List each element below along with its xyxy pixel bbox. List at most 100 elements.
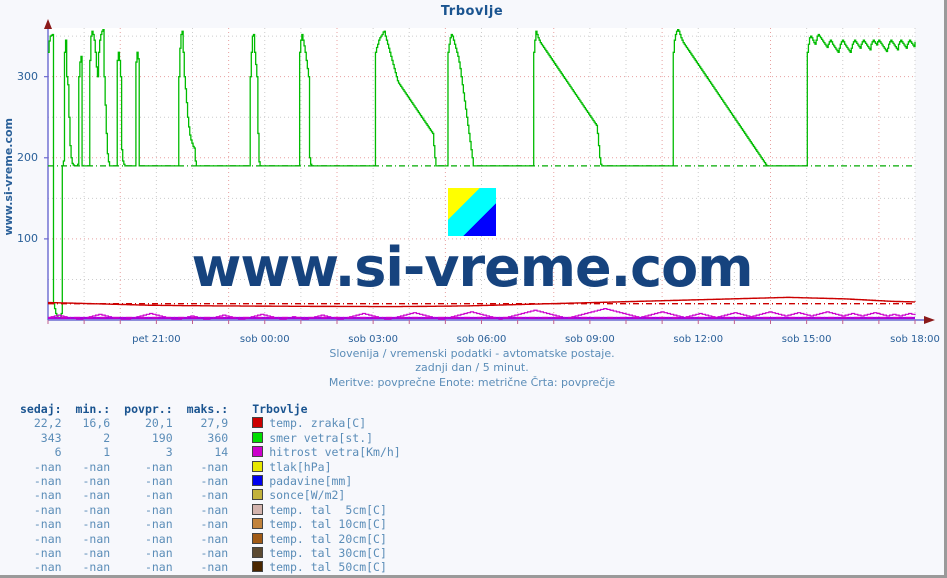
legend-entry: tlak[hPa] <box>242 460 401 474</box>
x-axis-tick-0: pet 21:00 <box>132 334 181 345</box>
x-axis-tick-7: sob 18:00 <box>890 334 940 345</box>
chart-plot-area: 100 200 300 <box>0 18 944 328</box>
stats-cell-povpr: 3 <box>165 445 173 460</box>
table-row: -nan -nan -nan -nan temp. tal 30cm[C] <box>20 546 401 560</box>
legend-label: sonce[W/m2] <box>269 488 346 503</box>
stats-cell-sedaj: -nan <box>33 488 62 503</box>
stats-cell-min: -nan <box>82 531 111 546</box>
stats-cell-povpr: 190 <box>151 430 173 445</box>
stats-cell-maks: -nan <box>200 502 229 517</box>
stats-cell-min: 2 <box>103 430 111 445</box>
chart-svg <box>44 19 935 324</box>
legend-entry: temp. tal 5cm[C] <box>242 503 401 517</box>
legend-color-swatch <box>252 460 264 472</box>
legend-color-swatch <box>252 547 264 559</box>
stats-cell-maks: 27,9 <box>200 416 229 431</box>
stats-cell-sedaj: 343 <box>40 430 62 445</box>
stats-cell-povpr: -nan <box>144 560 173 575</box>
y-axis-tick-200: 200 <box>17 150 38 164</box>
stats-header-row: sedaj: min.: povpr.: maks.: Trbovlje <box>20 402 401 416</box>
legend-label: hitrost vetra[Km/h] <box>269 445 401 460</box>
legend-entry: temp. tal 50cm[C] <box>242 560 401 574</box>
legend-color-swatch <box>252 475 264 487</box>
legend-label: tlak[hPa] <box>269 459 332 474</box>
x-axis-tick-4: sob 09:00 <box>565 334 615 345</box>
stats-header-station: Trbovlje <box>252 402 308 416</box>
legend-label: temp. tal 30cm[C] <box>269 546 387 561</box>
caption-line-3: Meritve: povprečne Enote: metrične Črta:… <box>328 376 616 389</box>
legend-color-swatch <box>252 489 264 501</box>
legend-label: temp. tal 50cm[C] <box>269 560 387 575</box>
legend-label: temp. tal 10cm[C] <box>269 517 387 532</box>
stats-cell-sedaj: -nan <box>33 459 62 474</box>
legend-label: temp. tal 5cm[C] <box>269 502 387 517</box>
legend-entry: temp. tal 20cm[C] <box>242 532 401 546</box>
stats-cell-sedaj: -nan <box>33 474 62 489</box>
legend-label: temp. tal 20cm[C] <box>269 531 387 546</box>
stats-cell-maks: -nan <box>200 459 229 474</box>
page-title: Trbovlje <box>440 4 504 19</box>
table-row: 22,2 16,6 20,1 27,9 temp. zraka[C] <box>20 416 401 430</box>
legend-label: temp. zraka[C] <box>269 416 367 431</box>
legend-entry: temp. tal 30cm[C] <box>242 546 401 560</box>
legend-entry: smer vetra[st.] <box>242 431 401 445</box>
legend-color-swatch <box>252 431 264 443</box>
x-axis-tick-5: sob 12:00 <box>673 334 724 345</box>
stats-cell-min: 16,6 <box>82 416 111 431</box>
legend-color-swatch <box>252 518 264 530</box>
stats-cell-min: 1 <box>103 445 111 460</box>
stats-cell-maks: -nan <box>200 474 229 489</box>
stats-header-sedaj: sedaj: <box>20 402 62 416</box>
stats-cell-min: -nan <box>82 502 111 517</box>
stats-cell-maks: -nan <box>200 488 229 503</box>
stats-cell-maks: -nan <box>200 531 229 546</box>
stats-cell-sedaj: -nan <box>33 502 62 517</box>
stats-cell-sedaj: 22,2 <box>33 416 62 431</box>
stats-cell-sedaj: -nan <box>33 546 62 561</box>
legend-entry: temp. tal 10cm[C] <box>242 517 401 531</box>
legend-label: padavine[mm] <box>269 474 353 489</box>
stats-cell-povpr: -nan <box>144 474 173 489</box>
stats-cell-min: -nan <box>82 488 111 503</box>
legend-color-swatch <box>252 503 264 515</box>
table-row: -nan -nan -nan -nan temp. tal 10cm[C] <box>20 517 401 531</box>
caption-line-1: Slovenija / vremenski podatki - avtomats… <box>329 347 615 360</box>
stats-cell-maks: 360 <box>207 430 229 445</box>
stats-table-element: sedaj: min.: povpr.: maks.: Trbovlje 22,… <box>20 402 401 575</box>
legend-color-swatch <box>252 561 264 573</box>
table-row: -nan -nan -nan -nan temp. tal 20cm[C] <box>20 532 401 546</box>
y-axis-tick-300: 300 <box>17 69 38 83</box>
stats-cell-povpr: -nan <box>144 502 173 517</box>
stats-cell-povpr: 20,1 <box>144 416 173 431</box>
stats-cell-min: -nan <box>82 546 111 561</box>
table-row: -nan -nan -nan -nan tlak[hPa] <box>20 460 401 474</box>
table-row: -nan -nan -nan -nan padavine[mm] <box>20 474 401 488</box>
legend-color-swatch <box>252 417 264 429</box>
stats-cell-maks: 14 <box>214 445 229 460</box>
stats-cell-maks: -nan <box>200 517 229 532</box>
stats-table: sedaj: min.: povpr.: maks.: Trbovlje 22,… <box>20 402 401 575</box>
stats-cell-povpr: -nan <box>144 546 173 561</box>
stats-cell-maks: -nan <box>200 560 229 575</box>
x-axis-tick-3: sob 06:00 <box>456 334 507 345</box>
legend-entry: hitrost vetra[Km/h] <box>242 445 401 459</box>
stats-cell-sedaj: -nan <box>33 531 62 546</box>
table-row: -nan -nan -nan -nan temp. tal 5cm[C] <box>20 503 401 517</box>
stats-cell-min: -nan <box>82 474 111 489</box>
stats-cell-sedaj: 6 <box>54 445 62 460</box>
stats-cell-povpr: -nan <box>144 488 173 503</box>
y-axis-tick-100: 100 <box>17 231 38 245</box>
stats-header-maks: maks.: <box>186 402 229 416</box>
stats-cell-sedaj: -nan <box>33 560 62 575</box>
x-axis-tick-1: sob 00:00 <box>239 334 290 345</box>
legend-entry: padavine[mm] <box>242 474 401 488</box>
caption-line-2: zadnji dan / 5 minut. <box>415 361 529 374</box>
stats-cell-min: -nan <box>82 517 111 532</box>
table-row: -nan -nan -nan -nan sonce[W/m2] <box>20 488 401 502</box>
stats-cell-povpr: -nan <box>144 517 173 532</box>
stats-cell-sedaj: -nan <box>33 517 62 532</box>
x-axis-tick-6: sob 15:00 <box>781 334 832 345</box>
stats-header-povpr: povpr.: <box>124 402 173 416</box>
stats-cell-povpr: -nan <box>144 459 173 474</box>
table-row: 6 1 3 14 hitrost vetra[Km/h] <box>20 445 401 459</box>
